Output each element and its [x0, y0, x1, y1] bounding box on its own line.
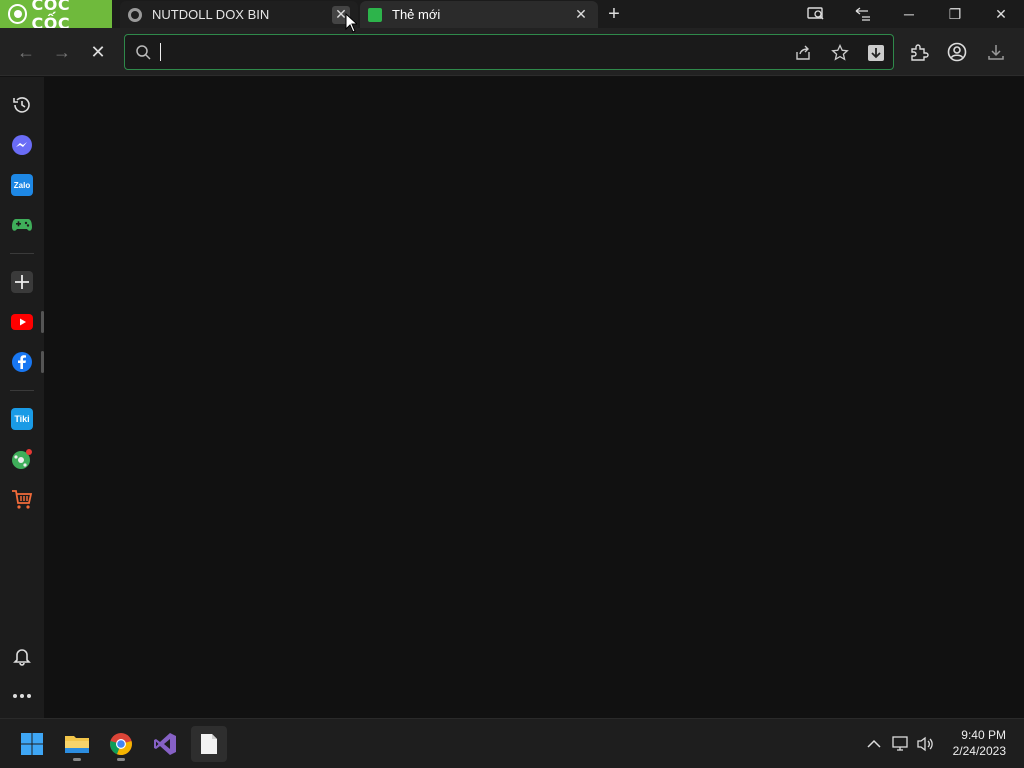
restore-button[interactable]: ❐ [933, 0, 977, 28]
facebook-icon [12, 352, 32, 372]
globe-icon [128, 7, 142, 22]
profile-button[interactable] [945, 40, 969, 64]
zalo-icon: Zalo [13, 180, 31, 190]
sidebar-divider [10, 390, 34, 391]
visual-studio-button[interactable] [147, 726, 183, 762]
system-clock[interactable]: 9:40 PM 2/24/2023 [953, 727, 1006, 759]
windows-logo-icon [21, 733, 43, 755]
sidebar: Zalo Tiki [0, 77, 44, 718]
download-box-icon [868, 45, 884, 61]
messenger-icon [12, 135, 32, 155]
start-button[interactable] [14, 726, 50, 762]
sidebar-divider [10, 253, 34, 254]
clock-time: 9:40 PM [961, 728, 1006, 742]
volume-button[interactable] [916, 734, 936, 754]
new-tab-square-icon [368, 7, 382, 22]
share-button[interactable] [793, 43, 813, 63]
chrome-icon [110, 733, 132, 756]
sidebar-item-history[interactable] [11, 94, 33, 116]
downloads-button[interactable] [984, 40, 1008, 64]
tab-nutdoll-dox-bin[interactable]: NUTDOLL DOX BIN ✕ [120, 1, 358, 28]
share-icon [796, 45, 810, 60]
tiki-icon: Tiki [14, 414, 30, 424]
tab-title: NUTDOLL DOX BIN [152, 7, 270, 22]
sidebar-add-button[interactable] [11, 271, 33, 293]
reading-mode-button[interactable] [794, 0, 838, 28]
bookmark-button[interactable] [830, 43, 850, 63]
new-tab-button[interactable]: + [604, 3, 624, 25]
clock-date: 2/24/2023 [952, 744, 1006, 758]
taskbar: 9:40 PM 2/24/2023 [0, 718, 1024, 768]
tab-new-tab[interactable]: Thẻ mới ✕ [360, 1, 598, 28]
title-bar: CỐC CỐC NUTDOLL DOX BIN ✕ Thẻ mới ✕ + ─ … [0, 0, 1024, 33]
volume-icon [917, 736, 933, 752]
notepad-button[interactable] [191, 726, 227, 762]
mouse-pointer-icon [345, 13, 357, 33]
address-input[interactable] [159, 41, 759, 63]
tray-overflow-button[interactable] [864, 734, 884, 754]
sidebar-notifications-button[interactable] [11, 645, 33, 667]
back-button[interactable]: ← [14, 40, 38, 64]
search-icon [136, 45, 151, 60]
coccoc-logo[interactable]: CỐC CỐC [0, 0, 112, 33]
sidebar-item-messenger[interactable] [11, 134, 33, 156]
puzzle-icon [911, 44, 929, 61]
minimize-button[interactable]: ─ [887, 0, 931, 28]
close-window-button[interactable]: ✕ [979, 0, 1023, 28]
visual-studio-icon [154, 733, 176, 755]
soccer-ball-icon [12, 449, 32, 469]
page-content[interactable] [44, 77, 1024, 718]
address-bar[interactable] [124, 34, 894, 70]
toolbar: ← → ✕ [0, 28, 1024, 76]
chrome-button[interactable] [103, 726, 139, 762]
download-icon [988, 45, 1004, 60]
folder-icon [65, 736, 89, 753]
text-caret [160, 43, 161, 61]
tab-close-button[interactable]: ✕ [572, 6, 590, 24]
network-button[interactable] [891, 734, 911, 754]
sidebar-item-facebook[interactable] [11, 351, 33, 373]
more-icon [13, 694, 31, 698]
star-icon [831, 44, 849, 61]
sidebar-more-button[interactable] [11, 685, 33, 707]
stop-loading-button[interactable]: ✕ [86, 40, 110, 64]
arrow-list-icon [855, 7, 870, 21]
savior-download-button[interactable] [866, 43, 886, 63]
youtube-icon [11, 314, 33, 330]
user-account-icon [947, 42, 967, 62]
sidebar-item-soccer[interactable] [11, 448, 33, 470]
network-icon [892, 736, 908, 751]
extensions-button[interactable] [907, 40, 931, 64]
tab-title: Thẻ mới [392, 7, 441, 22]
add-icon [15, 275, 29, 289]
file-icon [201, 734, 217, 754]
reading-mode-icon [807, 7, 824, 20]
sidebar-item-shopping[interactable] [11, 488, 33, 510]
forward-button[interactable]: → [50, 40, 74, 64]
sidebar-item-tiki[interactable]: Tiki [11, 408, 33, 430]
coccoc-logo-icon [8, 4, 28, 24]
tab-actions-button[interactable] [841, 0, 885, 28]
history-icon [13, 97, 30, 113]
gamepad-icon [12, 219, 32, 231]
sidebar-item-zalo[interactable]: Zalo [11, 174, 33, 196]
sidebar-item-games[interactable] [11, 214, 33, 236]
chevron-up-icon [867, 739, 881, 748]
shopping-cart-icon [12, 490, 33, 509]
sidebar-item-youtube[interactable] [11, 311, 33, 333]
file-explorer-button[interactable] [59, 726, 95, 762]
bell-icon [13, 649, 31, 666]
